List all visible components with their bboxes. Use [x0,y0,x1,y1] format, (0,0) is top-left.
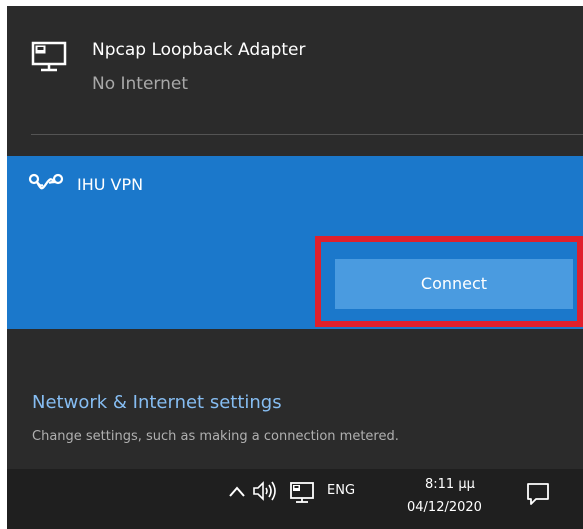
speaker-icon[interactable] [252,480,278,502]
highlight-annotation [315,236,583,327]
vpn-item-ihu[interactable]: IHU VPN Connect [7,156,583,329]
clock-time[interactable]: 8:11 μμ [425,477,475,492]
action-center-icon[interactable] [525,481,551,507]
vpn-link-icon [28,173,64,195]
vpn-name: IHU VPN [77,175,144,194]
ethernet-monitor-icon[interactable] [289,481,315,505]
chevron-up-icon[interactable] [228,483,246,501]
network-name: Npcap Loopback Adapter [92,40,306,60]
network-flyout: Npcap Loopback Adapter No Internet IHU V… [7,6,583,529]
screenshot-frame: Npcap Loopback Adapter No Internet IHU V… [0,0,583,529]
clock-date[interactable]: 04/12/2020 [407,500,482,515]
network-item-npcap[interactable]: Npcap Loopback Adapter No Internet [7,6,583,136]
network-status: No Internet [92,74,189,94]
taskbar: ENG 8:11 μμ 04/12/2020 [7,469,583,529]
language-indicator[interactable]: ENG [327,483,355,498]
network-settings-link[interactable]: Network & Internet settings [32,392,282,413]
network-settings-description: Change settings, such as making a connec… [32,429,399,444]
ethernet-monitor-icon [31,39,67,75]
divider [31,134,583,135]
